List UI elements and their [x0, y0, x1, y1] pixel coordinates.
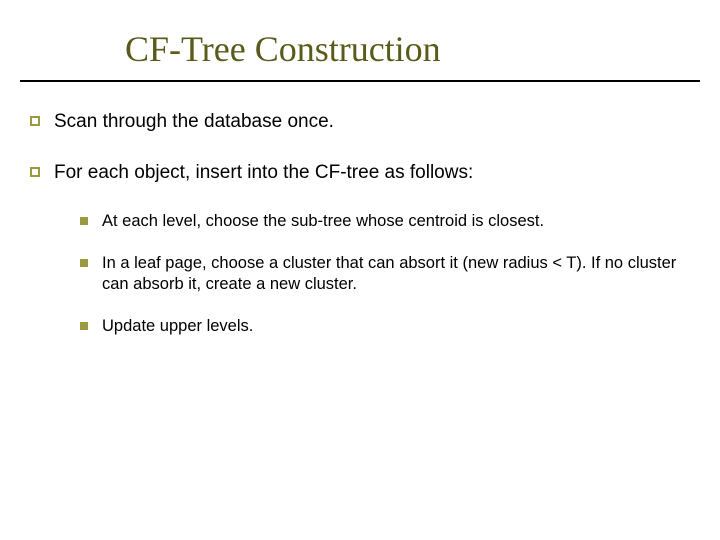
bullet-text: Scan through the database once. — [54, 110, 690, 135]
list-item: Scan through the database once. — [30, 110, 690, 135]
list-item: For each object, insert into the CF-tree… — [30, 161, 690, 186]
square-solid-bullet-icon — [80, 322, 88, 330]
bullet-text: For each object, insert into the CF-tree… — [54, 161, 690, 186]
list-item: Update upper levels. — [80, 316, 690, 337]
bullet-text: At each level, choose the sub-tree whose… — [102, 211, 690, 232]
slide: CF-Tree Construction Scan through the da… — [0, 0, 720, 540]
title-wrap: CF-Tree Construction — [0, 0, 720, 70]
square-outline-bullet-icon — [30, 116, 40, 126]
bullet-text: In a leaf page, choose a cluster that ca… — [102, 253, 690, 296]
square-solid-bullet-icon — [80, 217, 88, 225]
content-area: Scan through the database once. For each… — [0, 82, 720, 337]
list-item: In a leaf page, choose a cluster that ca… — [80, 253, 690, 296]
bullet-text: Update upper levels. — [102, 316, 690, 337]
sub-list: At each level, choose the sub-tree whose… — [30, 211, 690, 337]
slide-title: CF-Tree Construction — [125, 28, 680, 70]
square-outline-bullet-icon — [30, 167, 40, 177]
list-item: At each level, choose the sub-tree whose… — [80, 211, 690, 232]
square-solid-bullet-icon — [80, 259, 88, 267]
